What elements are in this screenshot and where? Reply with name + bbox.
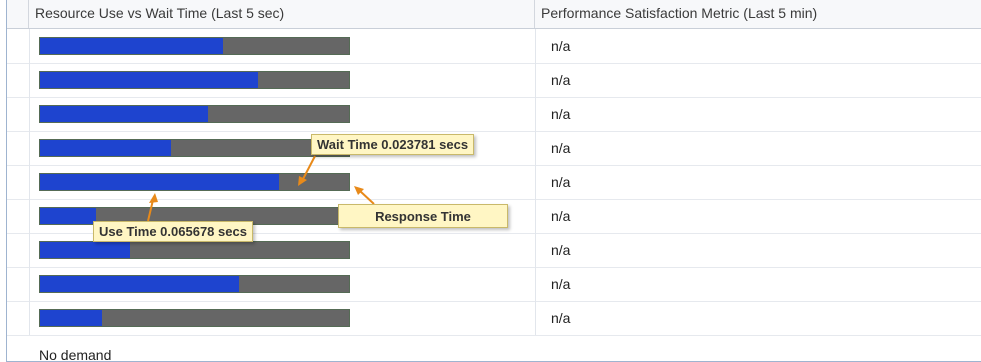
resource-table: Resource Use vs Wait Time (Last 5 sec) P… <box>6 0 981 362</box>
table-header: Resource Use vs Wait Time (Last 5 sec) P… <box>7 0 981 29</box>
performance-metric-cell: n/a <box>551 208 571 224</box>
table-row[interactable]: n/a <box>7 165 981 200</box>
resource-use-cell <box>29 301 536 335</box>
wait-time-bar <box>39 139 350 157</box>
wait-time-bar <box>39 309 350 327</box>
resource-use-cell <box>29 63 536 97</box>
column-header-resource-use[interactable]: Resource Use vs Wait Time (Last 5 sec) <box>29 0 535 28</box>
table-row[interactable]: n/a <box>7 63 981 98</box>
wait-time-bar <box>39 37 350 55</box>
performance-metric-cell: n/a <box>551 276 571 292</box>
use-time-bar <box>40 174 279 190</box>
performance-metric-cell: n/a <box>551 106 571 122</box>
use-time-bar <box>40 140 171 156</box>
column-header-performance-metric[interactable]: Performance Satisfaction Metric (Last 5 … <box>535 0 981 28</box>
table-row[interactable]: n/a <box>7 29 981 64</box>
row-select-cell[interactable] <box>7 267 30 301</box>
row-select-cell[interactable] <box>7 199 30 233</box>
row-select-cell[interactable] <box>7 63 30 97</box>
row-select-cell[interactable] <box>7 233 30 267</box>
column-header-select[interactable] <box>7 0 29 28</box>
use-time-bar <box>40 72 258 88</box>
table-row[interactable]: n/a <box>7 131 981 166</box>
wait-time-callout: Wait Time 0.023781 secs <box>311 134 475 155</box>
resource-use-cell <box>29 29 536 63</box>
use-time-bar <box>40 276 239 292</box>
wait-time-bar <box>39 71 350 89</box>
resource-use-cell <box>29 267 536 301</box>
use-time-bar <box>40 38 223 54</box>
wait-time-bar <box>39 275 350 293</box>
row-select-cell[interactable] <box>7 97 30 131</box>
resource-use-cell <box>29 165 536 199</box>
use-time-bar <box>40 310 102 326</box>
row-select-cell[interactable] <box>7 165 30 199</box>
table-row[interactable]: n/a <box>7 97 981 132</box>
use-time-callout: Use Time 0.065678 secs <box>93 221 253 242</box>
use-time-bar <box>40 106 208 122</box>
use-time-bar <box>40 208 96 224</box>
performance-metric-cell: n/a <box>551 174 571 190</box>
performance-metric-cell: n/a <box>551 38 571 54</box>
row-select-cell[interactable] <box>7 301 30 335</box>
wait-time-bar <box>39 173 350 191</box>
performance-metric-cell: n/a <box>551 140 571 156</box>
response-time-callout: Response Time <box>338 204 508 228</box>
performance-metric-cell: n/a <box>551 72 571 88</box>
resource-use-cell <box>29 97 536 131</box>
wait-time-bar <box>39 241 350 259</box>
row-select-cell[interactable] <box>7 131 30 165</box>
use-time-bar <box>40 242 130 258</box>
no-demand-label: No demand <box>39 347 112 362</box>
table-row[interactable]: n/a <box>7 267 981 302</box>
row-select-cell[interactable] <box>7 29 30 63</box>
table-row[interactable]: n/a <box>7 301 981 336</box>
performance-metric-cell: n/a <box>551 242 571 258</box>
wait-time-bar <box>39 105 350 123</box>
performance-metric-cell: n/a <box>551 310 571 326</box>
